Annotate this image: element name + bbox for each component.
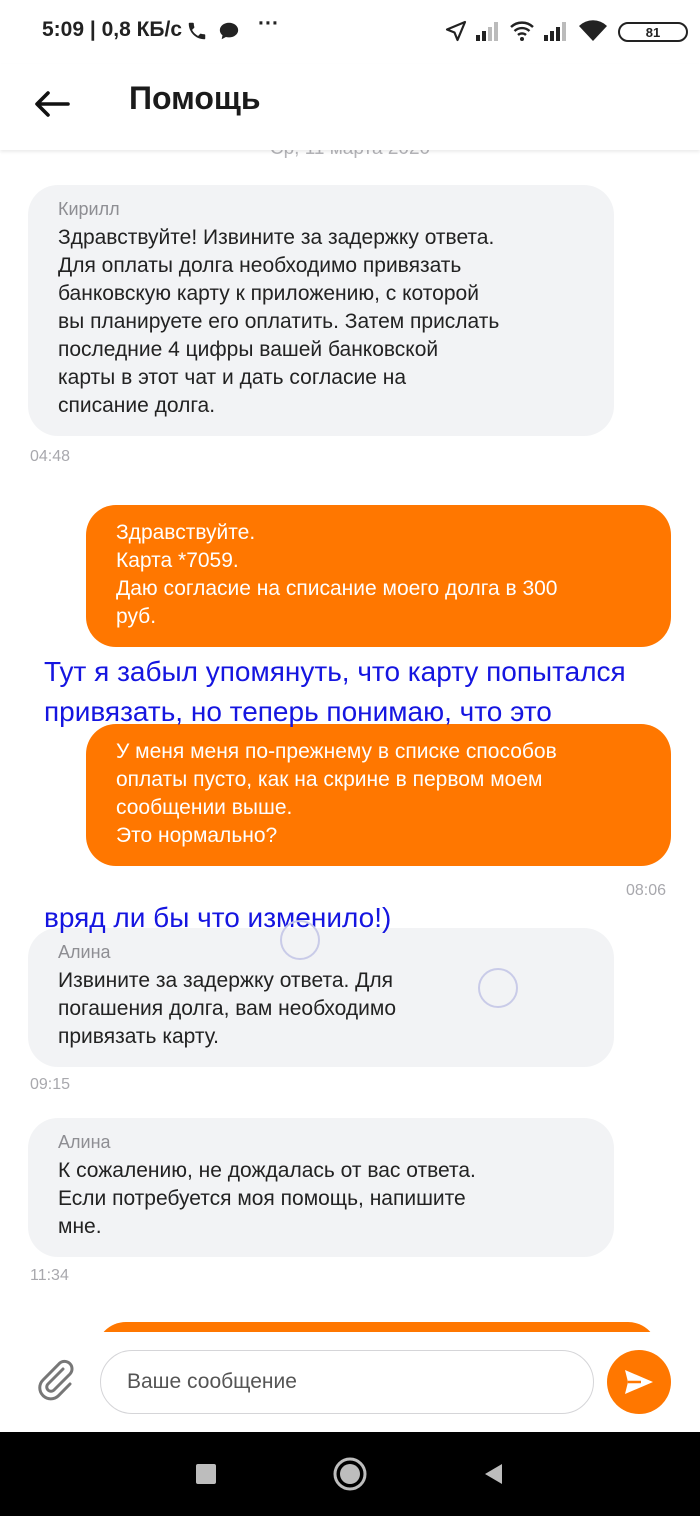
back-button[interactable] <box>28 80 76 128</box>
message-sender: Алина <box>58 1132 111 1152</box>
message-composer <box>0 1332 700 1432</box>
status-bar: 5:09 | 0,8 КБ/с ··· 81 <box>0 0 700 64</box>
message-time: 08:06 <box>626 882 667 899</box>
message-text: Здравствуйте. Карта *7059. Даю согласие … <box>116 521 558 628</box>
touch-indicator-circle <box>280 920 320 960</box>
message-outgoing[interactable]: Здравствуйте. Карта *7059. Даю согласие … <box>86 505 671 647</box>
message-input[interactable] <box>100 1350 594 1414</box>
nav-recents-icon <box>196 1464 216 1484</box>
annotation-text: Тут я забыл упомянуть, что карту попытал… <box>44 656 626 687</box>
message-time: 04:48 <box>30 448 71 465</box>
wifi-call-icon <box>508 16 536 46</box>
nav-back-button[interactable] <box>474 1454 514 1494</box>
message-sender: Алина <box>58 942 111 962</box>
message-incoming[interactable]: Алина Извините за задержку ответа. Для п… <box>28 928 614 1067</box>
back-arrow-icon <box>35 91 70 117</box>
nav-home-icon <box>333 1457 367 1491</box>
nav-back-icon <box>485 1464 502 1484</box>
battery-level: 81 <box>645 24 661 40</box>
signal-icon <box>542 16 570 46</box>
date-separator: Ср, 11 марта 2020 <box>0 150 700 160</box>
send-icon <box>625 1370 653 1394</box>
message-outgoing[interactable]: У меня меня по-прежнему в списке способо… <box>86 724 671 866</box>
annotation-text: вряд ли бы что изменило!) <box>44 902 392 933</box>
message-outgoing-partial[interactable] <box>96 1322 658 1332</box>
status-time-speed: 5:09 | 0,8 КБ/с <box>42 18 183 41</box>
system-nav-bar <box>0 1432 700 1516</box>
send-button[interactable] <box>607 1350 671 1414</box>
message-text: Здравствуйте! Извините за задержку ответ… <box>58 226 500 417</box>
wifi-icon <box>578 16 608 46</box>
touch-indicator-circle <box>478 968 518 1008</box>
annotation-text: привязать, но теперь понимаю, что это <box>44 696 552 727</box>
chat-area[interactable]: Ср, 11 марта 2020 Кирилл Здравствуйте! И… <box>0 150 700 1332</box>
attach-paperclip-icon <box>38 1359 74 1401</box>
chat-icon <box>218 16 240 46</box>
message-text: К сожалению, не дождалась от вас ответа.… <box>58 1159 476 1238</box>
battery-icon: 81 <box>618 22 688 42</box>
message-incoming[interactable]: Кирилл Здравствуйте! Извините за задержк… <box>28 185 614 436</box>
attach-button[interactable] <box>30 1354 80 1404</box>
message-time: 09:15 <box>30 1076 71 1093</box>
phone-icon <box>186 16 208 46</box>
nav-home-button[interactable] <box>330 1454 370 1494</box>
message-sender: Кирилл <box>58 199 120 219</box>
location-icon <box>444 16 468 46</box>
nav-recents-button[interactable] <box>186 1454 226 1494</box>
status-more: ··· <box>258 12 279 35</box>
page-title: Помощь <box>129 80 261 116</box>
message-incoming[interactable]: Алина К сожалению, не дождалась от вас о… <box>28 1118 614 1257</box>
message-text: У меня меня по-прежнему в списке способо… <box>116 740 557 847</box>
message-time: 11:34 <box>30 1267 69 1284</box>
app-header: Помощь <box>0 64 700 150</box>
signal-icon <box>474 16 502 46</box>
